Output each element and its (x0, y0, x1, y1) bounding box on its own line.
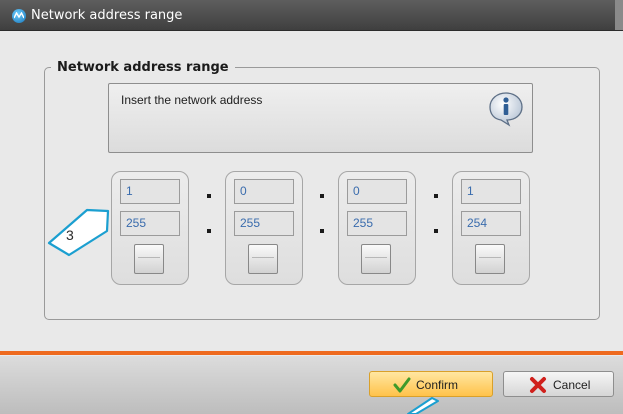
separator-dot (320, 194, 324, 198)
octet-1-mask-field[interactable]: 255 (120, 211, 180, 236)
octet-panel-2: 0 255 (225, 171, 303, 285)
octet-2-address-field[interactable]: 0 (234, 179, 294, 204)
cancel-button-label: Cancel (553, 378, 591, 392)
checkmark-icon (393, 376, 411, 394)
separator-dot (434, 229, 438, 233)
group-legend: Network address range (51, 60, 235, 75)
separator-dot (207, 229, 211, 233)
pointer-marker-icon (407, 397, 439, 414)
separator-dot (320, 229, 324, 233)
title-bar[interactable]: Network address range (0, 0, 623, 31)
footer-accent-line (0, 351, 623, 355)
window-title: Network address range (31, 8, 183, 23)
octet-1-toggle-button[interactable] (134, 244, 164, 274)
info-icon[interactable] (487, 91, 525, 127)
octet-4-mask-field[interactable]: 254 (461, 211, 521, 236)
octet-4-toggle-button[interactable] (475, 244, 505, 274)
step-callout-marker (47, 208, 110, 257)
confirm-button[interactable]: Confirm (369, 371, 493, 397)
octet-4-address-field[interactable]: 1 (461, 179, 521, 204)
octet-3-mask-field[interactable]: 255 (347, 211, 407, 236)
octet-2-toggle-button[interactable] (248, 244, 278, 274)
red-x-icon (529, 376, 547, 394)
app-logo-icon (12, 9, 26, 23)
octet-panel-3: 0 255 (338, 171, 416, 285)
octet-1-address-field[interactable]: 1 (120, 179, 180, 204)
separator-dot (207, 194, 211, 198)
info-text: Insert the network address (121, 93, 263, 107)
separator-dot (434, 194, 438, 198)
octet-panel-4: 1 254 (452, 171, 530, 285)
octet-3-address-field[interactable]: 0 (347, 179, 407, 204)
octet-3-toggle-button[interactable] (361, 244, 391, 274)
octet-2-mask-field[interactable]: 255 (234, 211, 294, 236)
step-number-label: 3 (66, 227, 74, 243)
confirm-button-label: Confirm (416, 378, 459, 392)
title-bar-edge (615, 0, 623, 30)
dialog-window: Network address range Network address ra… (0, 0, 623, 414)
cancel-button[interactable]: Cancel (503, 371, 614, 397)
info-panel: Insert the network address (108, 83, 533, 153)
octet-panel-1: 1 255 (111, 171, 189, 285)
